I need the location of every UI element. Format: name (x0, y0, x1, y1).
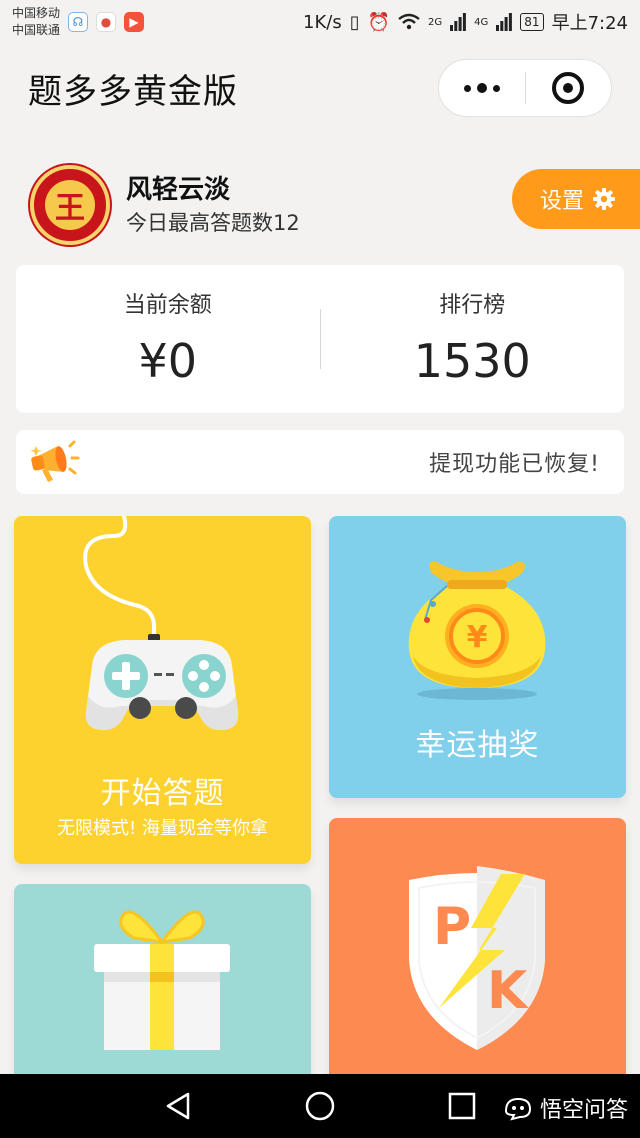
settings-label: 设置 (540, 189, 585, 214)
status-notification-icons: ☊ ● ▶ (68, 12, 145, 32)
battery-indicator: 81 (520, 13, 544, 31)
start-quiz-tile[interactable]: 开始答题 无限模式! 海量现金等你拿 (14, 516, 311, 864)
wifi-icon (398, 13, 420, 30)
signal-4g-label: 4G (474, 16, 489, 28)
home-circle-icon (305, 1091, 335, 1121)
target-circle-icon (552, 72, 585, 104)
title-bar: 题多多黄金版 (0, 44, 640, 132)
gift-box-icon (94, 910, 230, 1050)
map-pin-app-icon: ● (96, 12, 117, 32)
svg-text:¥: ¥ (467, 620, 488, 655)
nav-home-button[interactable] (280, 1074, 360, 1138)
ranking-section[interactable]: 排行榜 1530 (321, 291, 625, 387)
start-quiz-subtitle: 无限模式! 海量现金等你拿 (57, 818, 268, 839)
alarm-icon: ⏰ (367, 11, 391, 33)
daily-best-score: 今日最高答题数12 (126, 211, 300, 235)
lucky-draw-title: 幸运抽奖 (415, 728, 540, 763)
balance-label: 当前余额 (123, 293, 212, 318)
gamepad-icon (83, 516, 239, 730)
balance-section[interactable]: 当前余额 ¥0 (16, 291, 320, 387)
page-title: 题多多黄金版 (28, 71, 238, 112)
avatar[interactable]: 王 (30, 165, 110, 245)
balance-value: ¥0 (138, 334, 198, 388)
pk-letter-k: K (487, 961, 529, 1021)
pk-battle-tile[interactable]: P K (329, 818, 626, 1084)
carrier-2: 中国联通 (12, 23, 61, 37)
signal-2g-label: 2G (428, 16, 443, 28)
user-profile: 王 风轻云淡 今日最高答题数12 设置 (30, 164, 640, 246)
start-quiz-title: 开始答题 (100, 776, 225, 811)
miniprogram-capsule (438, 59, 612, 117)
ranking-label: 排行榜 (439, 293, 506, 318)
signal-icon-2 (496, 13, 513, 31)
watermark-text: 悟空问答 (539, 1098, 628, 1123)
status-bar: 中国移动 中国联通 ☊ ● ▶ 1K/s ▯ ⏰ 2G 4G 81 早上7:24 (0, 0, 640, 44)
carrier-1: 中国移动 (12, 6, 61, 20)
watermark: 悟空问答 (502, 1092, 628, 1124)
megaphone-icon (30, 440, 80, 482)
lucky-draw-tile[interactable]: ¥ 幸运抽奖 (329, 516, 626, 798)
settings-button[interactable]: 设置 (512, 169, 640, 229)
carrier-info: 中国移动 中国联通 (12, 5, 60, 39)
vibrate-icon: ▯ (349, 11, 360, 33)
more-button[interactable] (439, 60, 525, 116)
notice-banner[interactable]: 提现功能已恢复! (16, 430, 624, 494)
user-name: 风轻云淡 (126, 175, 231, 205)
notice-text: 提现功能已恢复! (429, 452, 600, 477)
money-bag-icon: ¥ (408, 561, 546, 700)
system-nav-bar: 悟空问答 (0, 1074, 640, 1138)
headset-app-icon: ☊ (68, 12, 89, 32)
status-right: 1K/s ▯ ⏰ 2G 4G 81 早上7:24 (303, 9, 628, 35)
signal-icon (450, 13, 467, 31)
stats-card: 当前余额 ¥0 排行榜 1530 (16, 265, 624, 413)
nav-recents-button[interactable] (422, 1074, 502, 1138)
wukong-logo-icon (504, 1097, 531, 1121)
video-app-icon: ▶ (124, 12, 145, 32)
pk-letter-p: P (433, 897, 471, 957)
ranking-value: 1530 (413, 334, 531, 388)
close-miniprogram-button[interactable] (526, 60, 612, 116)
back-triangle-icon (166, 1092, 190, 1120)
clock: 早上7:24 (551, 13, 628, 34)
recents-square-icon (448, 1092, 476, 1120)
gear-icon (593, 188, 616, 210)
gift-tile[interactable] (14, 884, 311, 1084)
avatar-emblem: 王 (45, 180, 95, 230)
more-dots-icon (463, 83, 500, 93)
network-speed: 1K/s (303, 11, 342, 33)
pk-shield-icon: P K (409, 866, 545, 1050)
profile-text: 风轻云淡 今日最高答题数12 (126, 172, 300, 238)
nav-back-button[interactable] (138, 1074, 218, 1138)
